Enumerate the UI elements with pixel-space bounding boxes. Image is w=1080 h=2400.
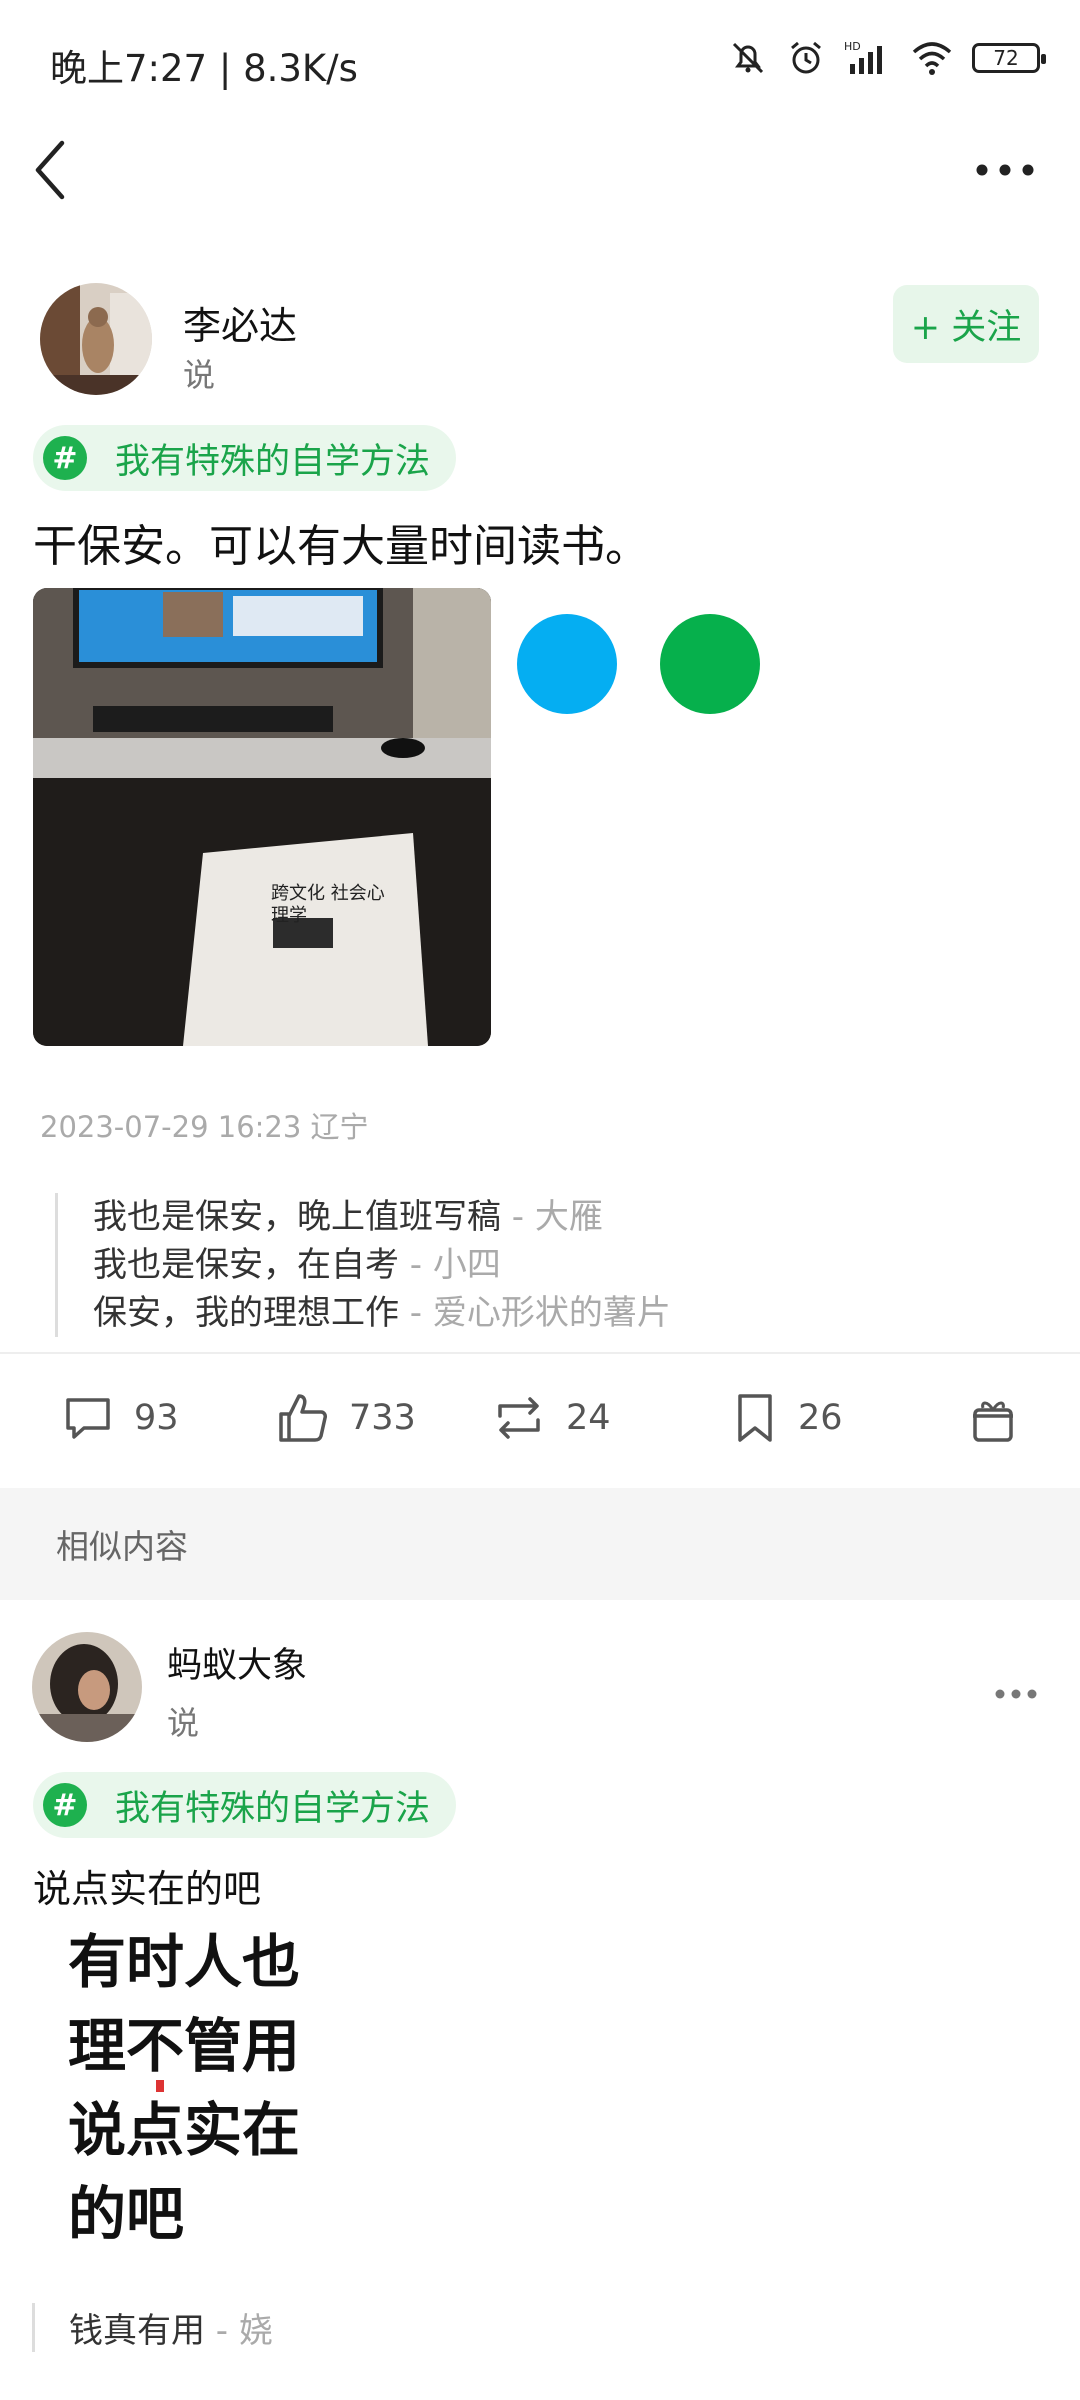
more-dots-icon xyxy=(976,164,1034,176)
post-meta: 2023-07-29 16:23 辽宁 xyxy=(40,1110,369,1144)
more-dots-icon xyxy=(995,1689,1037,1699)
gift-button[interactable] xyxy=(965,1390,1021,1446)
calligraphy-line: 有时人也 xyxy=(68,1928,301,1996)
status-bar: 晚上7:27 | 8.3K/s HD 72 xyxy=(0,0,1080,120)
seal-stamp xyxy=(156,2080,164,2092)
repost-count: 24 xyxy=(566,1398,611,1438)
post-text: 干保安。可以有大量时间读书。 xyxy=(33,521,649,572)
wifi-icon xyxy=(912,42,952,75)
mute-bell-icon xyxy=(732,42,764,74)
svg-text:HD: HD xyxy=(844,40,861,53)
topic-tag[interactable]: # 我有特殊的自学方法 xyxy=(33,425,457,491)
signal-icon: HD xyxy=(844,40,882,74)
repost-button[interactable]: 24 xyxy=(490,1390,611,1446)
status-time: 晚上7:27 | 8.3K/s xyxy=(50,47,358,90)
save-count: 26 xyxy=(798,1398,843,1438)
comment-icon xyxy=(66,1398,110,1439)
action-bar: 93 733 24 26 xyxy=(0,1375,1080,1465)
bookmark-icon xyxy=(738,1394,772,1442)
back-button[interactable] xyxy=(30,135,80,205)
thumbs-up-icon xyxy=(279,1394,327,1442)
calligraphy-line: 理不管用 xyxy=(68,2012,301,2080)
like-button[interactable]: 733 xyxy=(275,1390,416,1446)
battery-icon: 72 xyxy=(972,43,1046,73)
similar-author-name[interactable]: 蚂蚁大象 xyxy=(167,1637,307,1688)
similar-comment-item[interactable]: 钱真有用 - 娆 xyxy=(32,2303,273,2352)
chevron-left-icon xyxy=(35,140,65,200)
similar-topic-label: 我有特殊的自学方法 xyxy=(115,1788,431,1829)
similar-topic-tag[interactable]: # 我有特殊的自学方法 xyxy=(33,1772,457,1838)
author-avatar[interactable] xyxy=(40,283,152,395)
calligraphy-line: 说点实在 xyxy=(68,2096,301,2164)
author-name[interactable]: 李必达 xyxy=(183,295,297,350)
blue-dot[interactable] xyxy=(517,614,617,714)
follow-button[interactable]: + 关注 xyxy=(893,285,1039,363)
calligraphy-line: 的吧 xyxy=(68,2180,185,2248)
comment-preview-list[interactable]: 我也是保安，晚上值班写稿 - 大雁 我也是保安，在自考 - 小四 保安，我的理想… xyxy=(55,1193,671,1337)
book-title: 跨文化 社会心理学 xyxy=(271,883,385,926)
topic-label: 我有特殊的自学方法 xyxy=(115,441,431,482)
calligraphy-image[interactable]: 有时人也 理不管用 说点实在 的吧 xyxy=(68,1920,328,2260)
comment-item[interactable]: 我也是保安，在自考 - 小四 xyxy=(93,1241,671,1289)
similar-author-subtitle: 说 xyxy=(167,1704,200,1742)
green-dot[interactable] xyxy=(660,614,760,714)
save-button[interactable]: 26 xyxy=(730,1390,843,1446)
post-image[interactable]: 跨文化 社会心理学 xyxy=(33,588,491,1046)
comment-count: 93 xyxy=(134,1398,179,1438)
similar-label: 相似内容 xyxy=(56,1527,188,1566)
status-icons: HD 72 xyxy=(728,38,1046,78)
more-options-button[interactable] xyxy=(970,145,1040,195)
battery-level: 72 xyxy=(993,46,1019,70)
author-subtitle: 说 xyxy=(183,356,216,394)
comment-button[interactable]: 93 xyxy=(60,1390,179,1446)
gift-icon xyxy=(973,1401,1013,1442)
like-count: 733 xyxy=(349,1398,416,1438)
repost-icon xyxy=(498,1397,540,1439)
comment-item[interactable]: 我也是保安，晚上值班写稿 - 大雁 xyxy=(93,1193,671,1241)
divider xyxy=(0,1352,1080,1354)
comment-item[interactable]: 保安，我的理想工作 - 爱心形状的薯片 xyxy=(93,1289,671,1337)
similar-author-avatar[interactable] xyxy=(32,1632,142,1742)
similar-post-text: 说点实在的吧 xyxy=(33,1867,262,1911)
hashtag-icon: # xyxy=(43,1783,87,1827)
hashtag-icon: # xyxy=(43,436,87,480)
similar-more-button[interactable] xyxy=(994,1685,1038,1704)
alarm-icon xyxy=(791,41,821,74)
